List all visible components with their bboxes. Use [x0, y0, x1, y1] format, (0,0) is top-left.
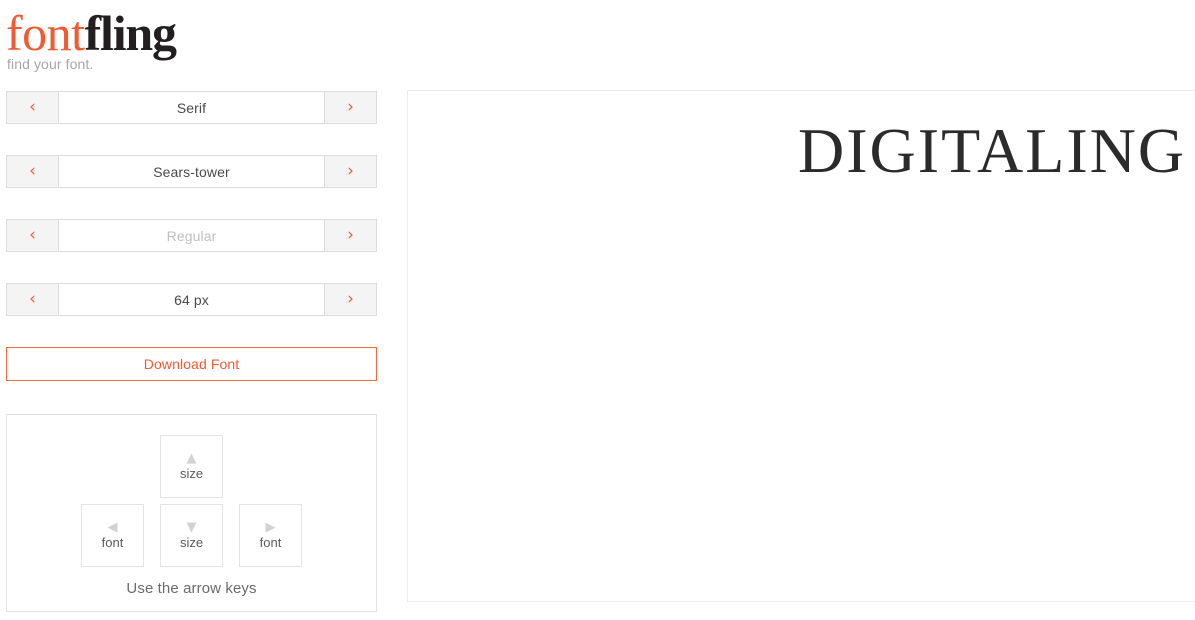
key-row-top: ▲ size: [7, 435, 376, 498]
selector-row-category: ‹ Serif ›: [6, 91, 377, 124]
fontfling-app: fontfling find your font. ‹ Serif › ‹ Se…: [0, 0, 1195, 620]
selector-row-font-family: ‹ Sears-tower ›: [6, 155, 377, 188]
font-preview-text[interactable]: DIGITALING: [798, 115, 1186, 187]
arrow-up-icon: ▲: [186, 451, 197, 466]
arrow-down-key-label: size: [179, 535, 204, 550]
keyboard-hint-panel: ▲ size ◀ font ▼ size ▶ font Use the arro…: [6, 414, 377, 612]
font-weight-value[interactable]: Regular: [59, 220, 324, 251]
logo-tagline: find your font.: [7, 56, 94, 72]
arrow-left-key-label: font: [101, 535, 124, 550]
site-logo[interactable]: fontfling find your font.: [6, 8, 366, 76]
category-prev-button[interactable]: ‹: [7, 92, 59, 123]
arrow-down-icon: ▼: [186, 520, 197, 535]
selector-stack: ‹ Serif › ‹ Sears-tower › ‹ Regular › ‹ …: [6, 91, 377, 347]
arrow-right-key[interactable]: ▶ font: [239, 504, 302, 567]
selector-row-font-size: ‹ 64 px ›: [6, 283, 377, 316]
arrow-left-icon: ◀: [107, 520, 118, 535]
arrow-left-key[interactable]: ◀ font: [81, 504, 144, 567]
category-next-button[interactable]: ›: [324, 92, 376, 123]
font-preview-panel[interactable]: DIGITALING: [407, 90, 1195, 602]
category-value[interactable]: Serif: [59, 92, 324, 123]
logo-wordmark: fontfling: [6, 8, 366, 58]
selector-row-font-weight: ‹ Regular ›: [6, 219, 377, 252]
font-family-next-button[interactable]: ›: [324, 156, 376, 187]
font-size-value[interactable]: 64 px: [59, 284, 324, 315]
font-weight-next-button[interactable]: ›: [324, 220, 376, 251]
arrow-up-key[interactable]: ▲ size: [160, 435, 223, 498]
font-weight-prev-button[interactable]: ‹: [7, 220, 59, 251]
font-size-prev-button[interactable]: ‹: [7, 284, 59, 315]
arrow-right-key-label: font: [259, 535, 282, 550]
font-family-value[interactable]: Sears-tower: [59, 156, 324, 187]
arrow-right-icon: ▶: [265, 520, 276, 535]
key-row-bottom: ◀ font ▼ size ▶ font: [7, 504, 376, 567]
font-family-prev-button[interactable]: ‹: [7, 156, 59, 187]
arrow-down-key[interactable]: ▼ size: [160, 504, 223, 567]
arrow-up-key-label: size: [179, 466, 204, 481]
font-size-next-button[interactable]: ›: [324, 284, 376, 315]
keyboard-hint-caption: Use the arrow keys: [126, 580, 257, 597]
logo-fling-part: fling: [84, 5, 177, 61]
key-rows: ▲ size ◀ font ▼ size ▶ font: [7, 415, 376, 567]
download-font-button[interactable]: Download Font: [6, 347, 377, 381]
logo-font-part: font: [6, 5, 85, 61]
